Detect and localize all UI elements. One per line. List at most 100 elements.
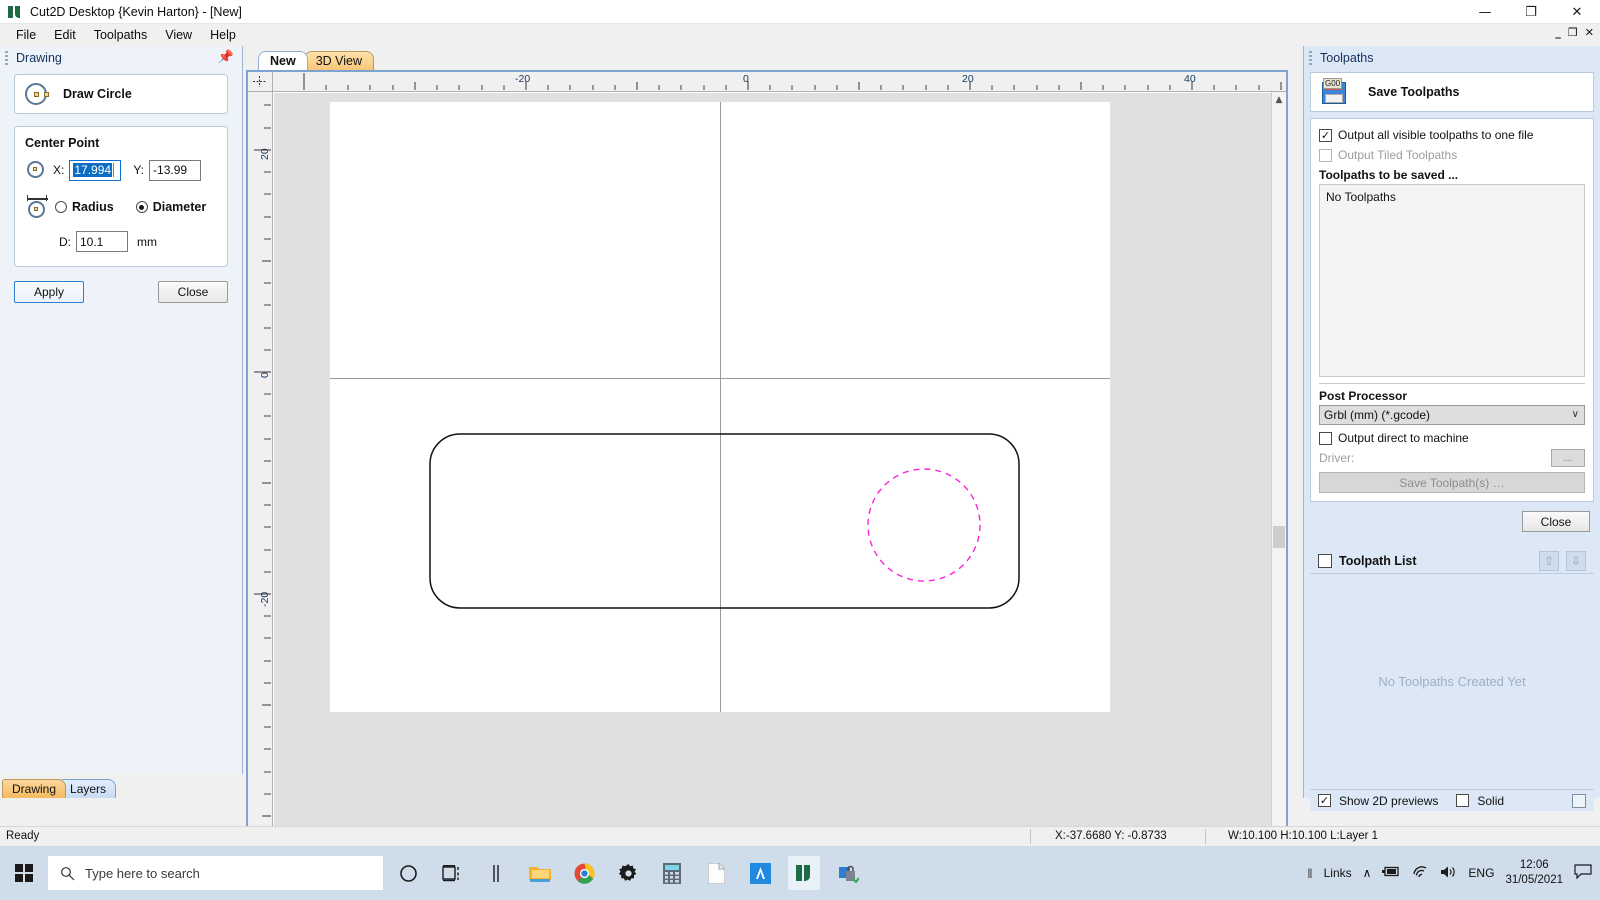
menu-edit[interactable]: Edit: [45, 26, 85, 44]
restore-button[interactable]: ❐: [1508, 0, 1554, 24]
wifi-icon[interactable]: [1412, 865, 1429, 881]
save-toolpaths-header[interactable]: G00 Save Toolpaths: [1310, 72, 1594, 112]
menu-file[interactable]: File: [7, 26, 45, 44]
status-bar: Ready X:-37.6680 Y: -0.8733 W:10.100 H:1…: [0, 826, 1600, 846]
battery-icon[interactable]: [1382, 865, 1401, 881]
drawing-panel: Drawing 📌 Draw Circle Center Point X: 17…: [0, 46, 243, 798]
search-input[interactable]: Type here to search: [48, 856, 383, 890]
action-center-icon[interactable]: [1574, 864, 1592, 882]
ruler-origin-icon[interactable]: [248, 72, 273, 92]
chrome-icon[interactable]: [568, 856, 600, 890]
diameter-input[interactable]: 10.1: [76, 231, 128, 252]
volume-icon[interactable]: [1440, 865, 1457, 882]
window-controls: — ❐ ✕: [1462, 0, 1600, 24]
toolpaths-close-button[interactable]: Close: [1522, 511, 1590, 532]
diameter-radio[interactable]: [136, 201, 148, 213]
menu-help[interactable]: Help: [201, 26, 245, 44]
task-view-icon[interactable]: [436, 856, 468, 890]
output-direct-checkbox[interactable]: [1319, 432, 1332, 445]
file-explorer-icon[interactable]: [524, 856, 556, 890]
mdi-close-button[interactable]: ✕: [1585, 26, 1594, 39]
drawing-panel-buttons: Apply Close: [14, 281, 228, 303]
toolpath-list-body[interactable]: No Toolpaths Created Yet: [1310, 574, 1594, 789]
diameter-label: Diameter: [153, 200, 207, 214]
horizontal-ruler[interactable]: -20 0 20 40: [273, 72, 1286, 92]
output-direct-row[interactable]: Output direct to machine: [1319, 428, 1585, 448]
pause-icon[interactable]: [480, 856, 512, 890]
canvas-frame: -20 0 20 40: [246, 70, 1288, 867]
close-button[interactable]: ✕: [1554, 0, 1600, 24]
x-input[interactable]: 17.994: [69, 160, 121, 181]
gcode-badge: G00: [1323, 78, 1342, 89]
output-all-row[interactable]: ✓ Output all visible toolpaths to one fi…: [1319, 125, 1585, 145]
save-toolpath-button[interactable]: Save Toolpath(s) …: [1319, 472, 1585, 493]
solid-checkbox[interactable]: [1456, 794, 1469, 807]
toolpaths-panel-title: Toolpaths: [1320, 51, 1374, 65]
notepad-icon[interactable]: [700, 856, 732, 890]
clock[interactable]: 12:06 31/05/2021: [1505, 858, 1563, 888]
menu-toolpaths[interactable]: Toolpaths: [85, 26, 157, 44]
radius-radio[interactable]: [55, 201, 67, 213]
app-logo-icon: [7, 4, 23, 20]
vertical-scroll-thumb[interactable]: [1273, 526, 1285, 548]
links-label[interactable]: Links: [1324, 866, 1352, 880]
panel-grip-icon[interactable]: [5, 51, 8, 65]
driver-browse-button[interactable]: ...: [1551, 449, 1585, 467]
diameter-icon: [25, 193, 51, 221]
minimize-button[interactable]: —: [1462, 0, 1508, 24]
taskbar: Type here to search: [0, 846, 1600, 900]
drawing-panel-tabs: Drawing Layers: [0, 774, 243, 798]
system-tray: ‖ Links ∧: [1307, 846, 1600, 900]
calculator-icon[interactable]: [656, 856, 688, 890]
mdi-restore-button[interactable]: ❐: [1568, 26, 1578, 39]
cortana-icon[interactable]: [392, 856, 424, 890]
toolpath-list-footer: ✓ Show 2D previews Solid: [1310, 789, 1594, 811]
toolpaths-panel-grip-icon[interactable]: [1309, 51, 1312, 65]
menu-view[interactable]: View: [156, 26, 201, 44]
apply-button[interactable]: Apply: [14, 281, 84, 303]
doc-tab-3dview[interactable]: 3D View: [304, 51, 374, 70]
toolpaths-to-save-list[interactable]: No Toolpaths: [1319, 184, 1585, 377]
save-toolpaths-title: Save Toolpaths: [1368, 85, 1459, 99]
vertical-scrollbar[interactable]: ▲ ▼: [1271, 92, 1286, 849]
pin-icon[interactable]: 📌: [218, 50, 234, 65]
tab-drawing[interactable]: Drawing: [2, 779, 66, 798]
status-ready: Ready: [6, 830, 39, 842]
secure-app-icon[interactable]: [832, 856, 864, 890]
language-indicator[interactable]: ENG: [1468, 866, 1494, 880]
doc-tab-new[interactable]: New: [258, 51, 308, 70]
draw-circle-tool-header: Draw Circle: [14, 74, 228, 114]
output-tiled-label: Output Tiled Toolpaths: [1338, 148, 1457, 162]
settings-gear-icon[interactable]: [612, 856, 644, 890]
document-tabstrip: New 3D View: [244, 48, 374, 70]
draw-circle-icon: [23, 81, 49, 107]
blue-app-icon[interactable]: [744, 856, 776, 890]
toolpaths-panel: Toolpaths G00 Save Toolpaths ✓ Output al…: [1303, 46, 1600, 798]
drawing-geometry: [274, 93, 1271, 849]
search-placeholder: Type here to search: [85, 866, 200, 881]
cut2d-icon[interactable]: [788, 856, 820, 890]
toolpaths-to-save-title: Toolpaths to be saved ...: [1319, 168, 1585, 182]
diameter-value-row: D: 10.1 mm: [25, 231, 217, 252]
mdi-minimize-button[interactable]: _: [1555, 26, 1561, 39]
rounded-rectangle-shape: [430, 434, 1019, 608]
move-up-icon[interactable]: ⇧: [1539, 551, 1559, 571]
toolpath-options-icon[interactable]: [1572, 794, 1586, 808]
drawing-viewport[interactable]: [274, 93, 1271, 849]
radius-diameter-row: Radius Diameter: [25, 193, 217, 221]
move-down-icon[interactable]: ⇩: [1566, 551, 1586, 571]
toolpath-list-checkbox[interactable]: [1318, 554, 1332, 568]
output-all-checkbox[interactable]: ✓: [1319, 129, 1332, 142]
show-hidden-icons-icon[interactable]: ∧: [1363, 866, 1372, 880]
scroll-up-arrow-icon[interactable]: ▲: [1272, 92, 1286, 107]
toolpaths-list-empty: No Toolpaths: [1326, 190, 1396, 204]
close-drawing-button[interactable]: Close: [158, 281, 228, 303]
ruler-h-tick-0: 0: [743, 73, 749, 85]
vertical-ruler[interactable]: 20 0 -20: [248, 92, 273, 865]
post-processor-select[interactable]: Grbl (mm) (*.gcode) ∨: [1319, 405, 1585, 425]
start-button[interactable]: [6, 855, 42, 891]
tab-layers[interactable]: Layers: [60, 779, 116, 798]
show-2d-previews-checkbox[interactable]: ✓: [1318, 794, 1331, 807]
windows-logo-icon: [15, 864, 33, 882]
y-input[interactable]: -13.99: [149, 160, 201, 181]
